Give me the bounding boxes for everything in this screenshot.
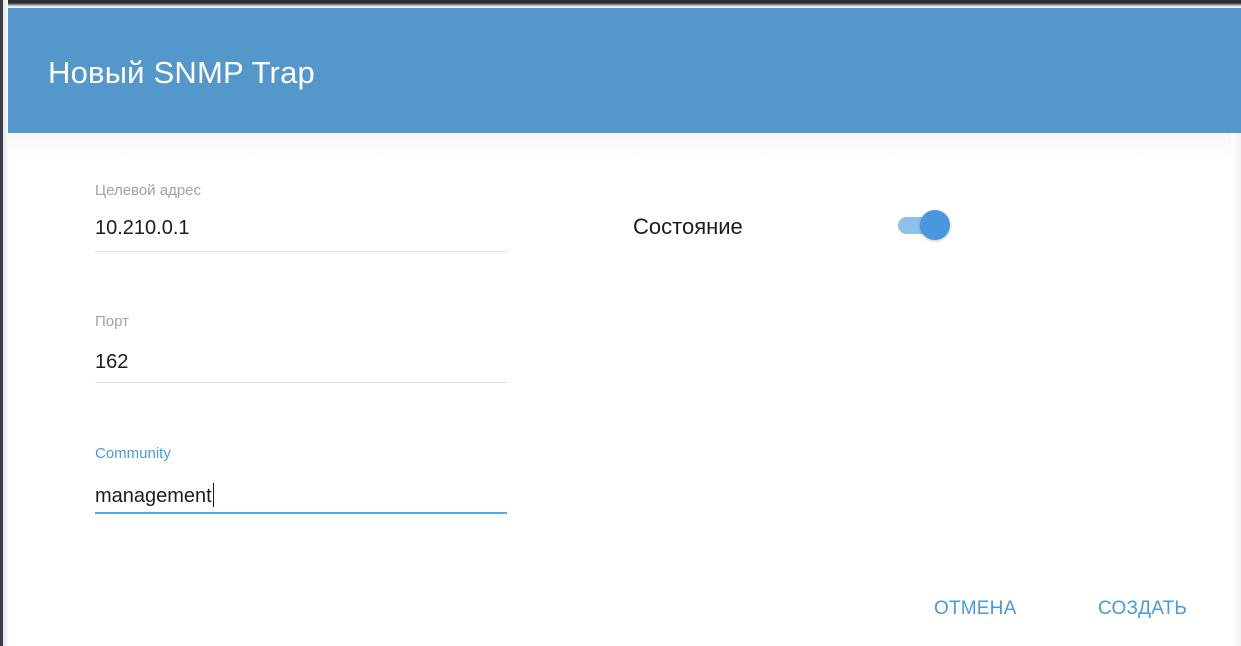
target-address-underline <box>95 251 507 252</box>
window-top-edge <box>0 0 1241 8</box>
cancel-button[interactable]: ОТМЕНА <box>934 598 1016 620</box>
port-input[interactable]: 162 <box>95 351 128 374</box>
state-toggle[interactable] <box>896 209 954 241</box>
port-underline <box>95 382 507 383</box>
target-address-input[interactable]: 10.210.0.1 <box>95 217 190 240</box>
community-input[interactable]: management <box>95 483 215 508</box>
target-address-label: Целевой адрес <box>95 182 202 199</box>
window-left-edge <box>0 0 8 646</box>
dialog-right-shadow <box>1231 133 1241 646</box>
community-field[interactable]: Community management <box>95 445 507 517</box>
toggle-thumb <box>920 210 950 240</box>
community-value: management <box>95 485 212 507</box>
header-shadow <box>8 133 1231 157</box>
snmp-trap-dialog: Новый SNMP Trap Целевой адрес 10.210.0.1… <box>0 0 1241 646</box>
port-label: Порт <box>95 313 130 330</box>
text-cursor <box>212 483 215 507</box>
dialog-title: Новый SNMP Trap <box>48 55 315 90</box>
community-label: Community <box>95 445 171 462</box>
community-underline <box>95 512 507 514</box>
port-field[interactable]: Порт 162 <box>95 313 507 385</box>
create-button[interactable]: СОЗДАТЬ <box>1098 598 1187 620</box>
target-address-field[interactable]: Целевой адрес 10.210.0.1 <box>95 182 507 254</box>
dialog-header: Новый SNMP Trap <box>8 8 1241 133</box>
state-label: Состояние <box>633 214 743 239</box>
